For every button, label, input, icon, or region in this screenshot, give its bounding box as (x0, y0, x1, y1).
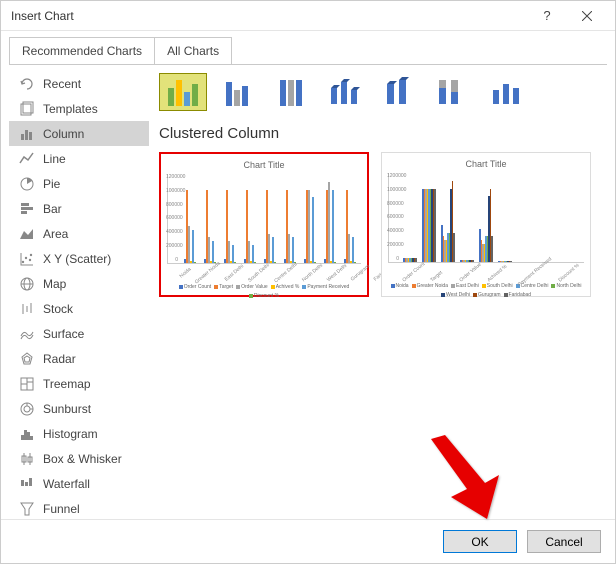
sidebar-item-label: Templates (43, 102, 98, 116)
sidebar-item-label: Waterfall (43, 477, 90, 491)
chart-preview-1[interactable]: Chart Title 1200000100000080000060000040… (159, 152, 369, 297)
sidebar-item-label: Line (43, 152, 66, 166)
sidebar-item-map[interactable]: Map (9, 271, 149, 296)
subtype-clustered-column[interactable] (159, 73, 207, 111)
column-icon (19, 126, 35, 142)
stock-icon (19, 301, 35, 317)
sidebar-item-pie[interactable]: Pie (9, 171, 149, 196)
preview-1-legend: Order CountTargetOrder ValueAchived %Pay… (167, 284, 361, 299)
insert-chart-dialog: Insert Chart ? Recommended Charts All Ch… (0, 0, 616, 564)
subtype-3d-100-stacked[interactable] (429, 73, 477, 111)
sidebar-item-bar[interactable]: Bar (9, 196, 149, 221)
sidebar-item-label: Surface (43, 327, 84, 341)
funnel-icon (19, 501, 35, 517)
subtype-3d-column[interactable] (483, 73, 531, 111)
subtype-3d-clustered[interactable] (321, 73, 369, 111)
sidebar-item-surface[interactable]: Surface (9, 321, 149, 346)
sidebar-item-label: Sunburst (43, 402, 91, 416)
recent-icon (19, 76, 35, 92)
sidebar-item-column[interactable]: Column (9, 121, 149, 146)
sidebar-item-label: Recent (43, 77, 81, 91)
sidebar-item-funnel[interactable]: Funnel (9, 496, 149, 519)
dialog-footer: OK Cancel (1, 519, 615, 563)
sidebar-item-label: Treemap (43, 377, 91, 391)
radar-icon (19, 351, 35, 367)
preview-row: Chart Title 1200000100000080000060000040… (159, 152, 597, 297)
dialog-body: Recent Templates Column Line Pie Bar Area X Y (… (9, 64, 607, 519)
sidebar-item-boxwhisker[interactable]: Box & Whisker (9, 446, 149, 471)
sidebar-item-label: Box & Whisker (43, 452, 122, 466)
preview-1-title: Chart Title (167, 160, 361, 170)
treemap-icon (19, 376, 35, 392)
sidebar-item-label: X Y (Scatter) (43, 252, 111, 266)
waterfall-icon (19, 476, 35, 492)
histogram-icon (19, 426, 35, 442)
sidebar-item-line[interactable]: Line (9, 146, 149, 171)
sidebar-item-label: Bar (43, 202, 62, 216)
sidebar-item-label: Pie (43, 177, 60, 191)
preview-2-plot: 120000010000008000006000004000002000000 (388, 173, 584, 263)
chart-type-sidebar: Recent Templates Column Line Pie Bar Area X Y (… (9, 65, 149, 519)
templates-icon (19, 101, 35, 117)
close-icon (582, 11, 592, 21)
sidebar-item-label: Histogram (43, 427, 98, 441)
preview-2-xlabels: Order CountTargetOrder ValueAchived %Pay… (388, 267, 584, 275)
sidebar-item-label: Radar (43, 352, 76, 366)
bar-icon (19, 201, 35, 217)
preview-1-plot: 120000010000008000006000004000002000000 (167, 174, 361, 264)
cancel-button[interactable]: Cancel (527, 530, 601, 553)
dialog-title: Insert Chart (11, 9, 527, 23)
sidebar-item-waterfall[interactable]: Waterfall (9, 471, 149, 496)
sidebar-item-recent[interactable]: Recent (9, 71, 149, 96)
subtype-row (159, 73, 597, 111)
chart-preview-2[interactable]: Chart Title 1200000100000080000060000040… (381, 152, 591, 297)
ok-button[interactable]: OK (443, 530, 517, 553)
tab-recommended[interactable]: Recommended Charts (9, 37, 154, 64)
selected-subtype-label: Clustered Column (159, 125, 597, 142)
area-icon (19, 226, 35, 242)
sidebar-item-label: Area (43, 227, 68, 241)
xy-icon (19, 251, 35, 267)
surface-icon (19, 326, 35, 342)
sidebar-item-xy[interactable]: X Y (Scatter) (9, 246, 149, 271)
tab-all-charts[interactable]: All Charts (154, 37, 232, 64)
sidebar-item-histogram[interactable]: Histogram (9, 421, 149, 446)
sidebar-item-label: Funnel (43, 502, 80, 516)
map-icon (19, 276, 35, 292)
sidebar-item-area[interactable]: Area (9, 221, 149, 246)
main-panel: Clustered Column Chart Title 12000001000… (149, 65, 607, 519)
subtype-3d-stacked[interactable] (375, 73, 423, 111)
preview-1-xlabels: NoidaGreater NoidaEast DelhiSouth DelhiC… (167, 268, 361, 276)
sunburst-icon (19, 401, 35, 417)
sidebar-item-label: Column (43, 127, 84, 141)
sidebar-item-label: Map (43, 277, 66, 291)
pie-icon (19, 176, 35, 192)
subtype-stacked-column[interactable] (213, 73, 261, 111)
sidebar-item-treemap[interactable]: Treemap (9, 371, 149, 396)
sidebar-item-radar[interactable]: Radar (9, 346, 149, 371)
close-button[interactable] (567, 2, 607, 30)
boxwhisker-icon (19, 451, 35, 467)
preview-2-title: Chart Title (388, 159, 584, 169)
sidebar-item-sunburst[interactable]: Sunburst (9, 396, 149, 421)
help-button[interactable]: ? (527, 2, 567, 30)
sidebar-item-stock[interactable]: Stock (9, 296, 149, 321)
sidebar-item-label: Stock (43, 302, 73, 316)
preview-2-legend: NoidaGreater NoidaEast DelhiSouth DelhiC… (388, 283, 584, 298)
sidebar-item-templates[interactable]: Templates (9, 96, 149, 121)
titlebar: Insert Chart ? (1, 1, 615, 31)
line-icon (19, 151, 35, 167)
subtype-100-stacked-column[interactable] (267, 73, 315, 111)
tab-bar: Recommended Charts All Charts (1, 31, 615, 64)
